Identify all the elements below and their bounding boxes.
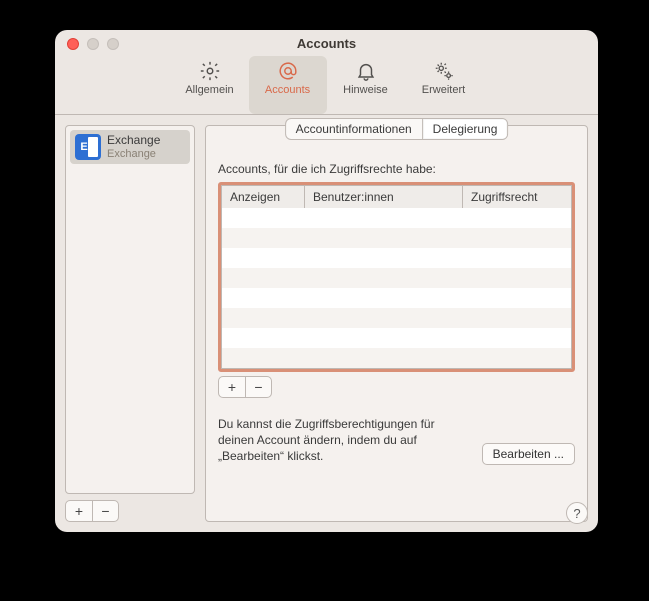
table-row[interactable] (222, 328, 571, 348)
add-account-button[interactable]: + (66, 501, 92, 521)
table-header: Anzeigen Benutzer:innen Zugriffsrecht (222, 186, 571, 208)
sidebar-add-remove: + − (65, 500, 119, 522)
table-row[interactable] (222, 348, 571, 368)
tab-advanced[interactable]: Erweitert (405, 56, 483, 114)
tab-general-label: Allgemein (185, 84, 233, 96)
tab-notifications[interactable]: Hinweise (327, 56, 405, 114)
help-button[interactable]: ? (566, 502, 588, 524)
help-icon: ? (573, 506, 580, 521)
hint-text: Du kannst die Zugriffsberechtigungen für… (218, 416, 470, 465)
add-access-button[interactable]: + (219, 377, 245, 397)
access-table[interactable]: Anzeigen Benutzer:innen Zugriffsrecht (221, 185, 572, 369)
gear-icon (199, 60, 221, 82)
detail-tab-info[interactable]: Accountinformationen (286, 119, 422, 139)
table-row[interactable] (222, 288, 571, 308)
minimize-window-button[interactable] (87, 38, 99, 50)
remove-access-button[interactable]: − (245, 377, 271, 397)
close-window-button[interactable] (67, 38, 79, 50)
tab-accounts[interactable]: Accounts (249, 56, 327, 114)
table-row[interactable] (222, 248, 571, 268)
access-add-remove: + − (218, 376, 272, 398)
remove-account-button[interactable]: − (92, 501, 118, 521)
col-permission[interactable]: Zugriffsrecht (462, 186, 571, 208)
accounts-sidebar: E Exchange Exchange + − (65, 125, 195, 522)
table-row[interactable] (222, 208, 571, 228)
tab-general[interactable]: Allgemein (171, 56, 249, 114)
details-panel: Accountinformationen Delegierung Account… (205, 125, 588, 522)
at-sign-icon (277, 60, 299, 82)
window-controls (67, 38, 119, 50)
col-show[interactable]: Anzeigen (222, 186, 304, 208)
window-title: Accounts (297, 36, 356, 51)
content-area: E Exchange Exchange + − Accountinformati… (55, 115, 598, 532)
toolbar: Allgemein Accounts Hinweise Erweitert (55, 56, 598, 115)
tab-notifications-label: Hinweise (343, 84, 388, 96)
exchange-icon: E (75, 134, 101, 160)
detail-tab-delegation[interactable]: Delegierung (422, 119, 508, 139)
tab-advanced-label: Erweitert (422, 84, 465, 96)
account-type: Exchange (107, 148, 160, 160)
account-text: Exchange Exchange (107, 134, 160, 159)
detail-tabs: Accountinformationen Delegierung (285, 118, 509, 140)
tab-accounts-label: Accounts (265, 84, 310, 96)
table-row[interactable] (222, 308, 571, 328)
table-row[interactable] (222, 228, 571, 248)
access-table-highlight: Anzeigen Benutzer:innen Zugriffsrecht (218, 182, 575, 372)
account-name: Exchange (107, 134, 160, 147)
bell-icon (355, 60, 377, 82)
preferences-window: Accounts Allgemein Accounts Hinweise Erw… (55, 30, 598, 532)
double-gear-icon (433, 60, 455, 82)
table-row[interactable] (222, 268, 571, 288)
accounts-list[interactable]: E Exchange Exchange (65, 125, 195, 494)
col-users[interactable]: Benutzer:innen (304, 186, 462, 208)
edit-button[interactable]: Bearbeiten ... (482, 443, 575, 465)
titlebar: Accounts (55, 30, 598, 56)
table-body (222, 208, 571, 368)
account-row-exchange[interactable]: E Exchange Exchange (70, 130, 190, 164)
zoom-window-button[interactable] (107, 38, 119, 50)
access-section-label: Accounts, für die ich Zugriffsrechte hab… (218, 162, 575, 176)
